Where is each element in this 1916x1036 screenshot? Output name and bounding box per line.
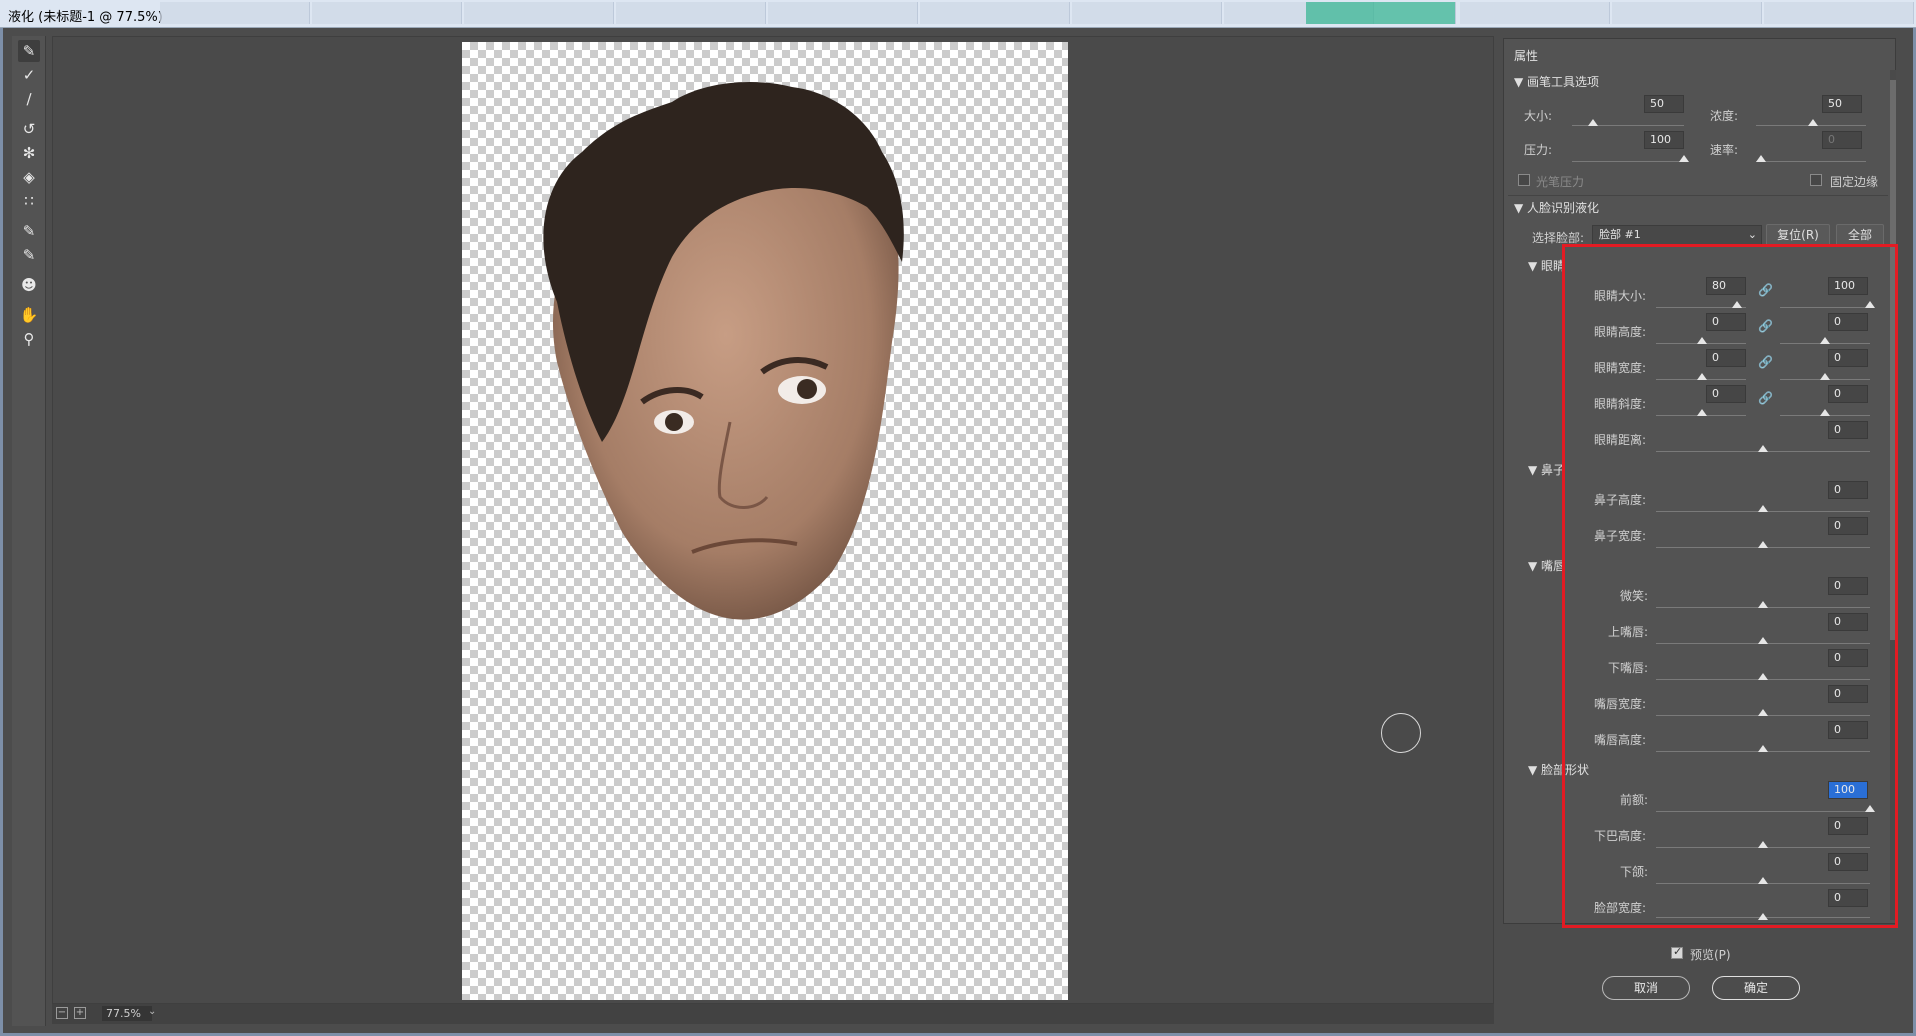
highlight-box — [1562, 244, 1898, 928]
bloat-tool-icon[interactable]: ◈ — [18, 166, 40, 188]
density-input[interactable]: 50 — [1822, 95, 1862, 113]
chevron-down-icon: ⌄ — [1747, 228, 1757, 241]
mouth-section[interactable]: ▼ 嘴唇 — [1528, 557, 1565, 574]
ok-button[interactable]: 确定 — [1712, 976, 1800, 1000]
pressure-label: 压力: — [1524, 143, 1553, 157]
face-aware-section[interactable]: ▼ 人脸识别液化 — [1514, 199, 1599, 216]
freeze-mask-tool-icon[interactable]: ✎ — [18, 220, 40, 242]
rate-slider[interactable] — [1756, 161, 1866, 162]
stylus-pressure-checkbox[interactable] — [1518, 174, 1530, 186]
window-titlebar: 液化 (未标题-1 @ 77.5%) — [0, 0, 1916, 28]
browser-tab[interactable] — [464, 2, 614, 24]
pin-edges-checkbox[interactable] — [1810, 174, 1822, 186]
stylus-pressure-label: 光笔压力 — [1536, 175, 1585, 189]
rate-label: 速率: — [1710, 143, 1739, 157]
nose-section[interactable]: ▼ 鼻子 — [1528, 461, 1565, 478]
pucker-tool-icon[interactable]: ✻ — [18, 142, 40, 164]
check-icon: ✓ — [1673, 945, 1683, 958]
browser-tab[interactable] — [1072, 2, 1222, 24]
browser-tab[interactable] — [160, 2, 310, 24]
section-label: 画笔工具选项 — [1527, 75, 1600, 89]
status-bar: − + 77.5% ⌄ — [52, 1004, 1494, 1024]
rate-input[interactable]: 0 — [1822, 131, 1862, 149]
zoom-out-button[interactable]: − — [56, 1007, 68, 1019]
size-label: 大小: — [1524, 109, 1553, 123]
twirl-tool-icon[interactable]: ↺ — [18, 118, 40, 140]
cancel-button[interactable]: 取消 — [1602, 976, 1690, 1000]
document-canvas[interactable] — [462, 42, 1068, 1000]
browser-tab[interactable] — [312, 2, 462, 24]
forward-warp-tool-icon[interactable]: ✎ — [18, 40, 40, 62]
browser-tab[interactable] — [768, 2, 918, 24]
reset-button[interactable]: 复位(R) — [1766, 224, 1830, 246]
section-label: 人脸识别液化 — [1527, 201, 1600, 215]
browser-tab[interactable] — [920, 2, 1070, 24]
browser-tab[interactable] — [1306, 2, 1456, 24]
all-button[interactable]: 全部 — [1836, 224, 1884, 246]
rate-slider-thumb[interactable] — [1756, 155, 1766, 162]
pressure-slider-thumb[interactable] — [1679, 155, 1689, 162]
pressure-slider[interactable] — [1572, 161, 1684, 162]
zoom-level[interactable]: 77.5% — [102, 1006, 152, 1021]
thaw-mask-tool-icon[interactable]: ✎ — [18, 244, 40, 266]
zoom-in-button[interactable]: + — [74, 1007, 86, 1019]
size-input[interactable]: 50 — [1644, 95, 1684, 113]
brush-cursor — [1381, 713, 1421, 753]
pin-edges-label: 固定边缘 — [1830, 175, 1879, 189]
select-face-dropdown[interactable]: 脸部 #1 ⌄ — [1592, 225, 1762, 245]
liquify-toolbar: ✎ ✓ ∕ ↺ ✻ ◈ ∷ ✎ ✎ ☻ ✋ ⚲ — [12, 36, 46, 1026]
density-slider-thumb[interactable] — [1808, 119, 1818, 126]
chevron-down-icon[interactable]: ⌄ — [148, 1006, 156, 1017]
pressure-input[interactable]: 100 — [1644, 131, 1684, 149]
reconstruct-tool-icon[interactable]: ✓ — [18, 64, 40, 86]
select-face-value: 脸部 #1 — [1599, 228, 1641, 241]
size-slider-thumb[interactable] — [1588, 119, 1598, 126]
smooth-tool-icon[interactable]: ∕ — [18, 88, 40, 110]
face-image — [543, 82, 904, 620]
hand-tool-icon[interactable]: ✋ — [18, 304, 40, 326]
panel-title: 属性 — [1514, 49, 1539, 63]
density-label: 浓度: — [1710, 109, 1739, 123]
browser-tab[interactable] — [1764, 2, 1914, 24]
face-tool-icon[interactable]: ☻ — [18, 274, 40, 296]
preview-label: 预览(P) — [1690, 948, 1731, 962]
push-left-tool-icon[interactable]: ∷ — [18, 190, 40, 212]
browser-tab[interactable] — [1460, 2, 1610, 24]
browser-tab[interactable] — [1612, 2, 1762, 24]
zoom-tool-icon[interactable]: ⚲ — [18, 328, 40, 350]
window-title: 液化 (未标题-1 @ 77.5%) — [8, 10, 163, 25]
brush-options-section[interactable]: ▼ 画笔工具选项 — [1514, 73, 1599, 90]
eyes-section[interactable]: ▼ 眼睛 — [1528, 257, 1565, 274]
preview-checkbox[interactable]: ✓ — [1671, 945, 1683, 959]
browser-tab[interactable] — [616, 2, 766, 24]
